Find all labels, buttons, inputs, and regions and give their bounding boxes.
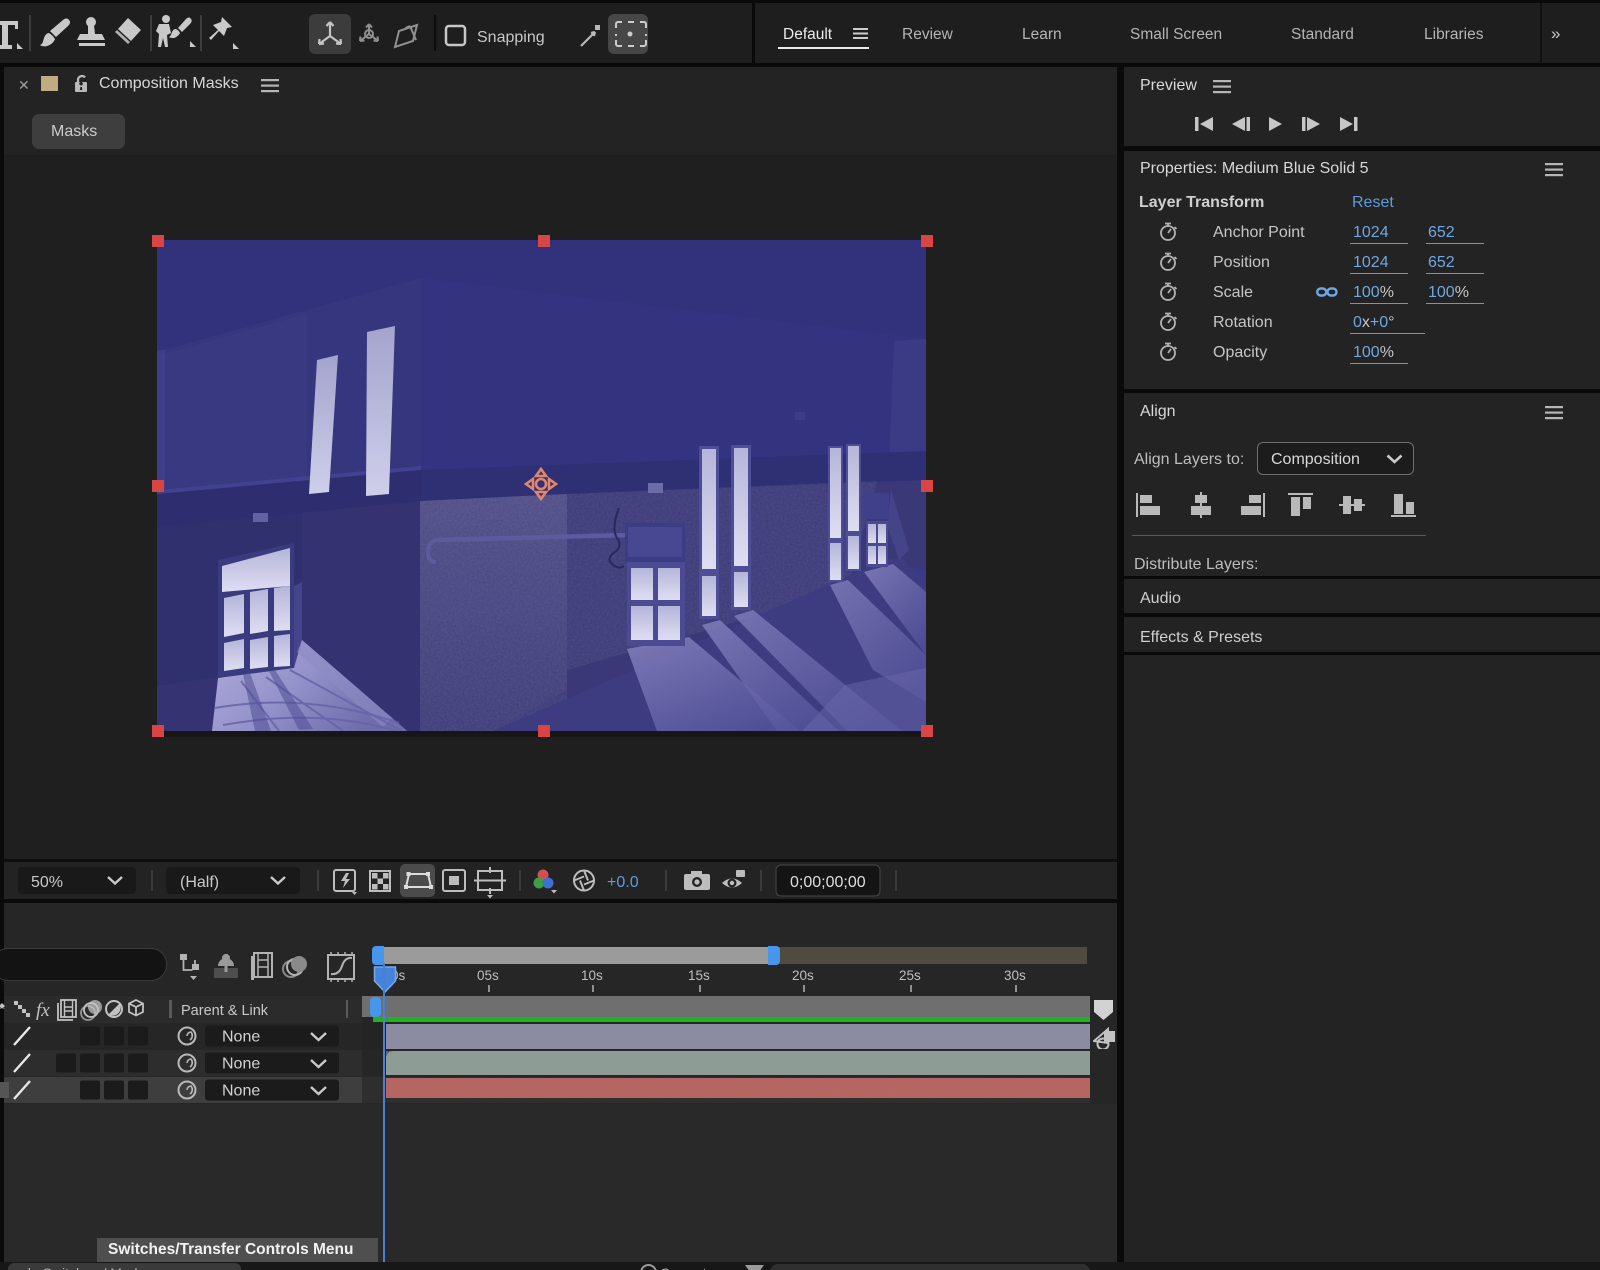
svg-text:(Half): (Half) <box>180 874 219 891</box>
svg-text:None: None <box>222 1083 260 1100</box>
svg-text:None: None <box>222 1029 260 1046</box>
svg-text:+0.0: +0.0 <box>607 874 639 891</box>
svg-text:None: None <box>222 1056 260 1073</box>
svg-text:Parent & Link: Parent & Link <box>181 1003 269 1019</box>
svg-text:fx: fx <box>36 1000 50 1021</box>
svg-text:50%: 50% <box>31 874 63 891</box>
svg-text:Snapping: Snapping <box>477 29 545 46</box>
svg-text:0;00;00;00: 0;00;00;00 <box>790 874 866 891</box>
